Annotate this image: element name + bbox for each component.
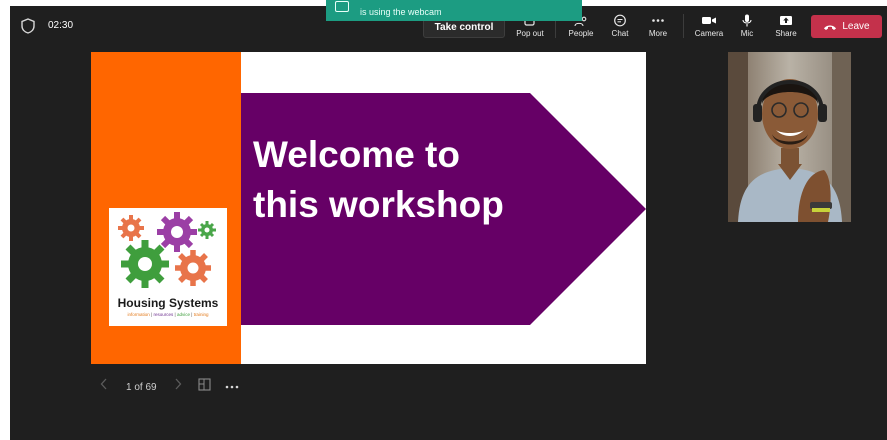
grid-view-icon bbox=[198, 378, 211, 391]
housing-systems-logo: Housing Systems information | resources … bbox=[109, 208, 227, 326]
leave-button[interactable]: Leave bbox=[811, 15, 882, 38]
camera-icon bbox=[702, 17, 716, 24]
slide-title-line2: this workshop bbox=[253, 184, 504, 225]
slide-grid-button[interactable] bbox=[198, 378, 211, 394]
mic-label: Mic bbox=[740, 29, 754, 38]
mic-icon bbox=[742, 14, 752, 27]
share-label: Share bbox=[775, 29, 797, 38]
chevron-left-icon bbox=[100, 378, 107, 390]
chat-button[interactable]: Chat bbox=[600, 10, 640, 44]
chat-label: Chat bbox=[611, 29, 629, 38]
slide-counter: 1 of 69 bbox=[126, 382, 157, 393]
camera-button[interactable]: Camera bbox=[689, 10, 729, 44]
slide-title: Welcome to this workshop bbox=[253, 130, 553, 230]
toolbar-divider bbox=[683, 14, 684, 38]
slide-title-line1: Welcome to bbox=[253, 134, 460, 175]
phone-hangup-icon bbox=[824, 25, 837, 30]
more-label: More bbox=[648, 29, 668, 38]
participant-video bbox=[728, 52, 851, 222]
logo-subtitle-item: resources bbox=[153, 312, 174, 317]
gears-graphic bbox=[118, 212, 216, 288]
participant-photo bbox=[728, 52, 851, 222]
shared-slide: Welcome to this workshop Housing Systems… bbox=[91, 52, 646, 364]
leave-label: Leave bbox=[842, 21, 870, 32]
next-slide-button[interactable] bbox=[174, 378, 182, 393]
webcam-notification-icon bbox=[335, 1, 349, 12]
logo-subtitle-item: training bbox=[193, 312, 209, 317]
mic-button[interactable]: Mic bbox=[727, 10, 767, 44]
previous-slide-button[interactable] bbox=[100, 378, 108, 393]
popout-label: Pop out bbox=[516, 29, 544, 38]
people-label: People bbox=[568, 29, 594, 38]
share-icon bbox=[780, 16, 792, 25]
more-button[interactable]: More bbox=[638, 10, 678, 44]
webcam-notification: is using the webcam bbox=[326, 0, 582, 21]
webcam-notification-text: is using the webcam bbox=[360, 7, 442, 17]
logo-title: Housing Systems bbox=[117, 296, 219, 310]
share-button[interactable]: Share bbox=[766, 10, 806, 44]
call-timer: 02:30 bbox=[48, 20, 74, 31]
logo-subtitle-item: advice bbox=[176, 312, 190, 317]
shield-icon bbox=[21, 18, 35, 34]
chat-icon bbox=[614, 14, 626, 27]
slide-more-options-button[interactable] bbox=[225, 382, 239, 393]
logo-subtitle: information | resources | advice | train… bbox=[127, 312, 209, 317]
logo-subtitle-item: information bbox=[127, 312, 150, 317]
meeting-window: 02:30 Take control Pop out People Chat M… bbox=[10, 0, 887, 440]
ellipsis-icon bbox=[225, 385, 239, 389]
camera-label: Camera bbox=[694, 29, 724, 38]
more-icon bbox=[652, 19, 664, 22]
chevron-right-icon bbox=[175, 378, 182, 390]
